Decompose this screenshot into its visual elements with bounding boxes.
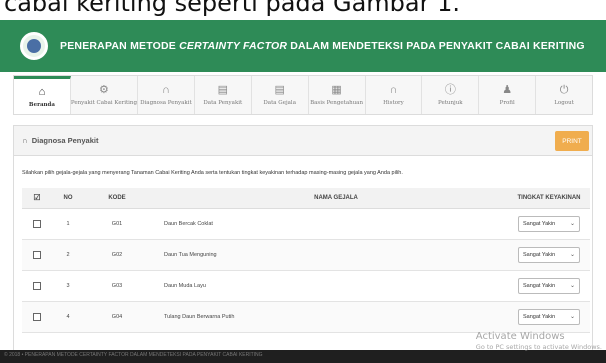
row-nama-gejala: Daun Muda Layu (150, 270, 508, 302)
chevron-down-icon: ⌄ (569, 221, 575, 227)
row-no: 3 (52, 270, 84, 302)
table-row: 3 G03 Daun Muda Layu Sangat Yakin ⌄ (22, 270, 590, 302)
nav-item-data-gejala[interactable]: ▤ Data Gejala (252, 76, 309, 114)
home-icon: ⌂ (38, 85, 46, 98)
instruction-text: Silahkan pilih gejala-gejala yang menyer… (22, 170, 403, 176)
app-header: PENERAPAN METODE CERTAINTY FACTOR DALAM … (0, 20, 606, 72)
stethoscope-icon: ∩ (161, 84, 170, 96)
nav-label: Data Gejala (263, 100, 296, 106)
tingkat-keyakinan-select[interactable]: Sangat Yakin ⌄ (518, 308, 580, 325)
footer-bar: © 2018 • PENERAPAN METODE CERTAINTY FACT… (0, 350, 606, 363)
nav-item-history[interactable]: ∩ History (366, 76, 423, 114)
row-kode: G01 (84, 208, 150, 240)
nav-label: Penyakit Cabai Keriting (70, 100, 137, 106)
stethoscope-icon: ∩ (389, 84, 398, 96)
column-header-nama-gejala: NAMA GEJALA (150, 188, 508, 209)
row-nama-gejala: Daun Tua Menguning (150, 239, 508, 271)
list-icon: ▤ (217, 84, 229, 96)
row-nama-gejala: Tulang Daun Berwarna Putih (150, 301, 508, 333)
nav-item-penyakit-cabai-keriting[interactable]: ⚙ Penyakit Cabai Keriting (71, 76, 138, 114)
grid-icon: ▦ (331, 84, 342, 96)
select-value: Sangat Yakin (523, 220, 556, 227)
row-kode: G03 (84, 270, 150, 302)
list-icon: ▤ (274, 84, 285, 96)
row-no: 2 (52, 239, 84, 271)
watermark-title: Activate Windows (475, 331, 565, 342)
nav-item-diagnosa-penyakit[interactable]: ∩ Diagnosa Penyakit (138, 76, 195, 114)
info-icon: ⓘ (444, 84, 456, 96)
nav-label: Basis Pengetahuan (310, 100, 364, 106)
tingkat-keyakinan-select[interactable]: Sangat Yakin ⌄ (518, 246, 580, 263)
select-all-checkbox[interactable]: ☑ (22, 188, 52, 209)
table-row: 1 G01 Daun Bercak Coklat Sangat Yakin ⌄ (22, 208, 590, 240)
column-header-tingkat-keyakinan: TINGKAT KEYAKINAN (508, 188, 590, 209)
panel-title: Diagnosa Penyakit (31, 136, 99, 145)
nav-label: Beranda (28, 101, 55, 108)
row-checkbox[interactable] (33, 250, 41, 259)
diagnosa-panel: ∩ Diagnosa Penyakit PRINT Silahkan pilih… (13, 125, 593, 355)
activate-windows-watermark: Activate Windows Go to PC settings to ac… (476, 331, 602, 351)
app-title-prefix: PENERAPAN METODE (60, 40, 180, 52)
app-logo (20, 32, 48, 60)
row-nama-gejala: Daun Bercak Coklat (150, 208, 508, 240)
table-row: 4 G04 Tulang Daun Berwarna Putih Sangat … (22, 301, 590, 333)
column-header-no: NO (52, 188, 84, 209)
row-no: 1 (52, 208, 84, 240)
watermark-subtitle: Go to PC settings to activate Windows. (475, 343, 602, 351)
power-icon: ⏻ (559, 84, 569, 96)
row-kode: G02 (84, 239, 150, 271)
gears-icon: ⚙ (99, 84, 109, 96)
select-value: Sangat Yakin (523, 313, 556, 320)
select-value: Sangat Yakin (523, 282, 556, 289)
chevron-down-icon: ⌄ (569, 252, 575, 258)
nav-item-basis-pengetahuan[interactable]: ▦ Basis Pengetahuan (309, 76, 366, 114)
stethoscope-icon: ∩ (22, 136, 28, 145)
row-kode: G04 (84, 301, 150, 333)
app-title-suffix: DALAM MENDETEKSI PADA PENYAKIT CABAI KER… (287, 40, 585, 52)
nav-label: Profil (499, 100, 515, 106)
column-header-kode: KODE (84, 188, 150, 209)
print-button[interactable]: PRINT (555, 131, 589, 151)
footer-text: © 2018 • PENERAPAN METODE CERTAINTY FACT… (4, 352, 263, 358)
user-icon: ♟ (502, 84, 513, 96)
nav-label: Petunjuk (438, 100, 463, 106)
nav-label: Diagnosa Penyakit (140, 100, 192, 106)
row-checkbox[interactable] (33, 219, 41, 228)
row-checkbox[interactable] (33, 281, 41, 290)
tingkat-keyakinan-select[interactable]: Sangat Yakin ⌄ (518, 215, 580, 232)
nav-item-profil[interactable]: ♟ Profil (479, 76, 537, 114)
app-title: PENERAPAN METODE CERTAINTY FACTOR DALAM … (60, 40, 585, 52)
row-no: 4 (52, 301, 84, 333)
app-title-emphasis: CERTAINTY FACTOR (179, 40, 288, 52)
nav-item-petunjuk[interactable]: ⓘ Petunjuk (422, 76, 480, 114)
main-nav: ⌂ Beranda ⚙ Penyakit Cabai Keriting ∩ Di… (13, 75, 593, 115)
nav-label: History (383, 100, 404, 106)
nav-item-data-penyakit[interactable]: ▤ Data Penyakit (195, 76, 252, 114)
table-header-row: ☑ NO KODE NAMA GEJALA TINGKAT KEYAKINAN (22, 188, 590, 209)
nav-label: Logout (554, 100, 574, 106)
panel-header: ∩ Diagnosa Penyakit (14, 126, 592, 156)
chevron-down-icon: ⌄ (569, 314, 575, 320)
gejala-table: ☑ NO KODE NAMA GEJALA TINGKAT KEYAKINAN … (22, 188, 590, 333)
tingkat-keyakinan-select[interactable]: Sangat Yakin ⌄ (518, 277, 580, 294)
nav-item-beranda[interactable]: ⌂ Beranda (14, 76, 71, 114)
checkbox-icon: ☑ (33, 193, 41, 203)
document-caption: cabai keriting seperti pada Gambar 1. (0, 0, 606, 18)
row-checkbox[interactable] (33, 312, 41, 321)
nav-label: Data Penyakit (203, 100, 243, 106)
select-value: Sangat Yakin (523, 251, 556, 258)
chevron-down-icon: ⌄ (569, 283, 575, 289)
nav-item-logout[interactable]: ⏻ Logout (536, 76, 592, 114)
table-row: 2 G02 Daun Tua Menguning Sangat Yakin ⌄ (22, 239, 590, 271)
